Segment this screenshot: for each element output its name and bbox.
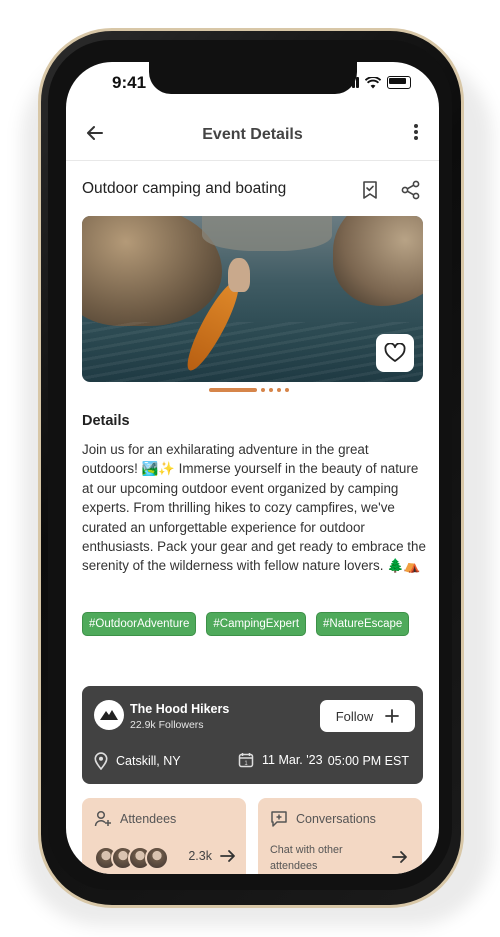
tag-nature-escape[interactable]: #NatureEscape [316,612,410,636]
details-heading: Details [82,413,130,429]
share-icon[interactable] [401,180,421,200]
attendees-count: 2.3k [188,849,236,863]
carousel-dot[interactable] [269,388,273,392]
favorite-button[interactable] [376,334,414,372]
follow-button[interactable]: Follow [320,700,415,732]
app-header: Event Details [66,114,439,161]
tag-camping-expert[interactable]: #CampingExpert [206,612,307,636]
event-date: 1 11 Mar. '23 [238,752,323,768]
carousel-dot[interactable] [261,388,265,392]
status-time: 9:41 [112,73,147,92]
conversations-subtitle: Chat with other attendees [270,844,343,872]
carousel-dot[interactable] [285,388,289,392]
attendees-header: Attendees [94,810,176,828]
attendees-card[interactable]: Attendees 2.3k [82,798,246,874]
organizer-avatar[interactable] [94,700,124,730]
arrow-right-icon[interactable] [220,849,236,863]
organizer-card: The Hood Hikers 22.9k Followers Follow C… [82,686,423,784]
signal-icon [342,77,359,88]
avatar [145,846,169,870]
attendees-label: Attendees [120,812,177,826]
more-vertical-icon[interactable] [413,123,419,141]
conversations-card[interactable]: Conversations Chat with other attendees [258,798,422,874]
carousel-dot-active[interactable] [209,388,257,392]
map-pin-icon [94,752,108,770]
event-hero-image[interactable] [82,216,423,382]
conversations-label: Conversations [296,812,376,826]
heart-icon [384,343,406,362]
tag-outdoor-adventure[interactable]: #OutdoorAdventure [82,612,197,636]
event-title: Outdoor camping and boating [82,180,287,197]
location-text: Catskill, NY [116,754,181,768]
carousel-dot[interactable] [277,388,281,392]
attendees-count-text: 2.3k [188,849,212,863]
details-text: Join us for an exhilarating adventure in… [82,442,426,574]
wifi-icon [365,76,381,88]
calendar-icon: 1 [238,753,254,768]
mountain-logo-icon [100,710,118,720]
date-text: 11 Mar. '23 [262,753,323,767]
event-time: 05:00 PM EST [327,754,409,768]
event-location: Catskill, NY [94,752,181,770]
arrow-right-icon[interactable] [392,850,408,864]
phone-screen: 9:41 Event Details Outdoor camping and b… [66,62,439,874]
tag-list: #OutdoorAdventure #CampingExpert #Nature… [82,612,427,636]
bookmark-check-icon[interactable] [362,180,378,200]
follow-label: Follow [335,708,374,724]
chat-plus-icon [271,811,287,827]
notch [149,62,357,94]
organizer-name[interactable]: The Hood Hikers [130,702,229,716]
conversations-header: Conversations [270,810,376,828]
user-plus-icon [94,810,111,827]
plus-icon [385,709,400,723]
page-title: Event Details [202,126,303,143]
organizer-followers: 22.9k Followers [130,719,204,731]
attendee-avatars [94,846,169,870]
status-icons [342,76,411,89]
battery-icon [387,76,411,89]
carousel-indicator[interactable] [209,388,289,392]
